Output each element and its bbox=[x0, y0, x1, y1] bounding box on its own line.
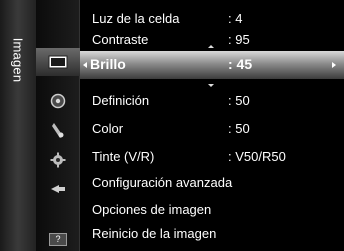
menu-row-value: : 50 bbox=[228, 121, 250, 136]
menu-row-label: Opciones de imagen bbox=[92, 202, 212, 217]
menu-row-value: : 4 bbox=[228, 11, 243, 26]
input-menu-tab[interactable] bbox=[36, 175, 80, 203]
menu-category-strip: Imagen bbox=[0, 0, 36, 251]
decrease-arrow-icon bbox=[208, 84, 214, 87]
menu-row-value: : 95 bbox=[228, 32, 250, 47]
sound-menu-tab[interactable] bbox=[36, 87, 80, 115]
menu-row-value: : V50/R50 bbox=[228, 149, 286, 164]
menu-row-picture-options[interactable]: Opciones de imagen bbox=[80, 199, 344, 221]
menu-row-value: : 45 bbox=[228, 56, 253, 72]
menu-row-advanced-settings[interactable]: Configuración avanzada bbox=[80, 172, 344, 194]
menu-category-label: Imagen bbox=[10, 37, 26, 83]
left-arrow-icon bbox=[83, 62, 87, 68]
setup-icon bbox=[50, 152, 66, 168]
right-arrow-icon bbox=[332, 62, 336, 68]
channel-icon bbox=[52, 123, 64, 138]
help-icon: ? bbox=[49, 232, 67, 246]
menu-row-label: Brillo bbox=[90, 56, 126, 72]
menu-row-tint[interactable]: Tinte (V/R) : V50/R50 bbox=[80, 146, 344, 168]
menu-row-label: Reinicio de la imagen bbox=[92, 226, 217, 241]
menu-row-value: : 50 bbox=[228, 93, 250, 108]
picture-settings-list: Luz de la celda : 4 Contraste : 95 Brill… bbox=[80, 0, 344, 251]
picture-menu-tab[interactable] bbox=[36, 48, 80, 76]
setup-menu-tab[interactable] bbox=[36, 146, 80, 174]
picture-icon bbox=[48, 55, 68, 69]
tv-osd-menu: Imagen ? Luz de la celda: 4 Contraste:… bbox=[0, 0, 344, 251]
increase-arrow-icon bbox=[208, 45, 214, 48]
menu-row-cell-light[interactable]: Luz de la celda : 4 bbox=[80, 8, 344, 30]
menu-icon-column: ? bbox=[36, 0, 80, 251]
menu-row-sharpness[interactable]: Definición : 50 bbox=[80, 90, 344, 112]
menu-row-label: Color bbox=[92, 121, 124, 136]
menu-row-color[interactable]: Color : 50 bbox=[80, 118, 344, 140]
menu-row-label: Definición bbox=[92, 93, 150, 108]
menu-row-picture-reset[interactable]: Reinicio de la imagen bbox=[80, 223, 344, 245]
help-menu-tab[interactable]: ? bbox=[36, 230, 80, 248]
sound-icon bbox=[50, 93, 66, 109]
menu-row-label: Luz de la celda bbox=[92, 11, 180, 26]
channel-menu-tab[interactable] bbox=[36, 116, 80, 144]
menu-row-brightness[interactable]: Brillo : 45 bbox=[80, 51, 344, 79]
menu-row-label: Tinte (V/R) bbox=[92, 149, 155, 164]
input-icon bbox=[51, 185, 65, 193]
menu-row-label: Contraste bbox=[92, 32, 149, 47]
menu-row-label: Configuración avanzada bbox=[92, 175, 233, 190]
